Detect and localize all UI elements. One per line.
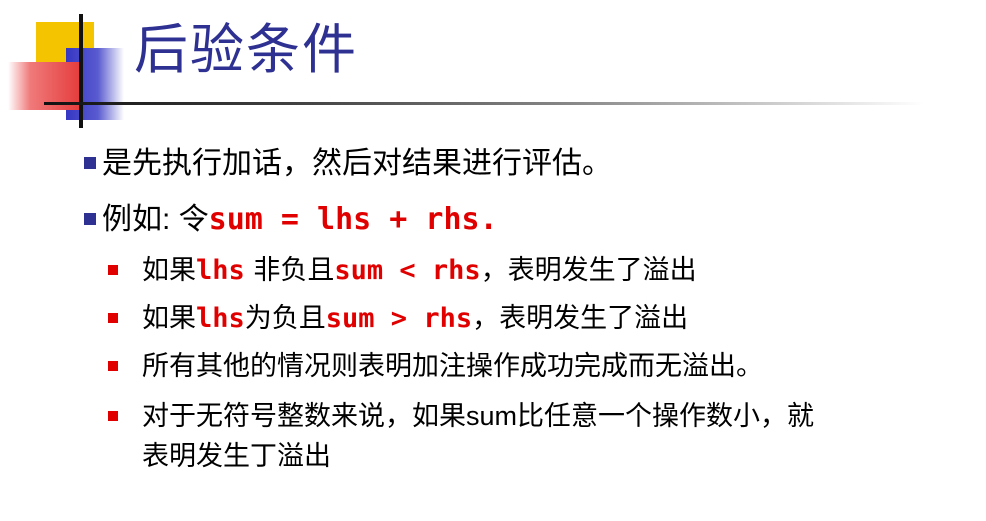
code-lhs: lhs	[196, 303, 245, 334]
square-bullet-icon	[84, 156, 96, 169]
red-square-bullet-icon	[108, 264, 118, 275]
slide-title: 后验条件	[134, 18, 358, 81]
sum-word: sum	[466, 401, 518, 431]
bullet-item-2: 例如: 令sum = lhs + rhs.	[84, 194, 498, 238]
sub-text: ，表明发生了溢出	[472, 303, 689, 334]
sub-text: 如果	[142, 255, 196, 286]
sub-text: 对于无符号整数来说，如果	[142, 401, 466, 432]
code-expression: sum = lhs + rhs.	[208, 202, 498, 237]
sub-bullet-item-3: 所有其他的情况则表明加注操作成功完成而无溢出。	[108, 344, 763, 383]
red-square-bullet-icon	[108, 312, 118, 323]
bullet-item-1: 是先执行加话，然后对结果进行评估。	[84, 138, 612, 182]
code-condition: sum < rhs	[334, 255, 481, 286]
code-lhs: lhs	[196, 255, 245, 286]
colon-text: :	[162, 203, 179, 236]
sub-bullet-item-1: 如果lhs 非负且sum < rhs，表明发生了溢出	[108, 248, 697, 287]
sub-text: 如果	[142, 303, 196, 334]
sub-bullet-item-4: 对于无符号整数来说，如果sum比任意一个操作数小，就	[108, 394, 814, 433]
red-square-bullet-icon	[108, 410, 118, 421]
code-condition: sum > rhs	[325, 303, 473, 334]
logo-vertical-line	[79, 14, 83, 128]
title-underline	[44, 102, 924, 105]
bullet-text-word: 令	[178, 202, 209, 237]
bullet-text: 例如	[102, 202, 162, 237]
sub-bullet-item-4-continued: 表明发生丁溢出	[142, 441, 331, 472]
square-bullet-icon	[84, 212, 96, 225]
sub-text: ，表明发生了溢出	[480, 255, 697, 286]
sub-text: 比任意一个操作数小，就	[517, 401, 815, 432]
red-square-bullet-icon	[108, 360, 118, 371]
sub-text: 所有其他的情况则表明加注操作成功完成而无溢出。	[142, 351, 763, 382]
sub-bullet-item-2: 如果lhs为负且sum > rhs，表明发生了溢出	[108, 296, 688, 335]
sub-text: 非负且	[244, 255, 335, 286]
sub-text: 为负且	[244, 303, 326, 334]
bullet-text: 是先执行加话，然后对结果进行评估。	[102, 146, 612, 181]
